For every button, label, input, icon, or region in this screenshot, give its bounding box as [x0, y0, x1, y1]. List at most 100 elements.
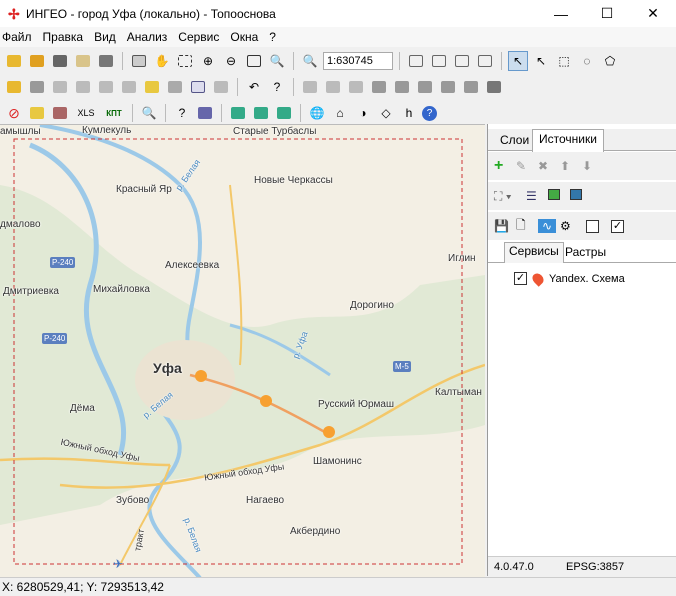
- difference-button[interactable]: [415, 77, 435, 97]
- measure-button[interactable]: [452, 51, 472, 71]
- move-button[interactable]: [119, 77, 139, 97]
- query-button[interactable]: ?: [172, 103, 192, 123]
- map-label: Дёма: [70, 403, 95, 414]
- edit-geometry-button[interactable]: [27, 77, 47, 97]
- build-button[interactable]: [323, 77, 343, 97]
- help-icon[interactable]: ?: [422, 105, 437, 121]
- kpt-button[interactable]: КПТ: [102, 103, 126, 123]
- zoom-in-icon[interactable]: ⊕: [198, 51, 218, 71]
- open-project-button[interactable]: [4, 51, 24, 71]
- doc-settings-icon[interactable]: 🗋: [516, 216, 534, 237]
- maximize-button[interactable]: ☐: [584, 0, 630, 27]
- new-object-button[interactable]: [406, 51, 426, 71]
- open-map-button[interactable]: [27, 51, 47, 71]
- merge-button[interactable]: [73, 77, 93, 97]
- globe-icon[interactable]: 🌐: [307, 103, 327, 123]
- close-button[interactable]: ✕: [630, 0, 676, 27]
- print-button[interactable]: [96, 51, 116, 71]
- layers-button[interactable]: [50, 51, 70, 71]
- map-label: Шамонинс: [313, 456, 362, 467]
- menu-edit[interactable]: Правка: [43, 30, 84, 44]
- route2-button[interactable]: [251, 103, 271, 123]
- table-button[interactable]: [475, 51, 495, 71]
- save-icon[interactable]: 💾: [494, 219, 512, 233]
- move-down-icon[interactable]: ⬇: [582, 159, 600, 173]
- split-button[interactable]: [50, 77, 70, 97]
- tab-services[interactable]: Сервисы: [504, 242, 564, 263]
- no-entry-icon[interactable]: ⊘: [4, 103, 24, 123]
- route3-button[interactable]: [274, 103, 294, 123]
- export-xls-button[interactable]: XLS: [73, 103, 99, 123]
- vertex-button[interactable]: [96, 77, 116, 97]
- menu-file[interactable]: Файл: [2, 30, 32, 44]
- option-checkbox-checked[interactable]: ✓: [611, 219, 624, 233]
- separator: [132, 104, 133, 122]
- menu-windows[interactable]: Окна: [230, 30, 258, 44]
- scale-input[interactable]: 1:630745: [323, 52, 393, 70]
- raster-icon[interactable]: [548, 189, 566, 203]
- find-icon[interactable]: 🔍: [139, 103, 159, 123]
- source-checkbox[interactable]: ✓: [514, 272, 527, 285]
- delete-icon[interactable]: ✖: [538, 159, 556, 173]
- help-cursor-icon[interactable]: ?: [267, 77, 287, 97]
- side-panel: Слои Источники + ✎ ✖ ⬆ ⬇ ⛶ ▾ ☰ 💾 🗋 ∿ ⚙ ✓…: [487, 124, 676, 576]
- zoom-select-button[interactable]: [129, 51, 149, 71]
- report-list-button[interactable]: [195, 103, 215, 123]
- legend-button[interactable]: [50, 103, 70, 123]
- pan-hand-icon[interactable]: ✋: [152, 51, 172, 71]
- direction-icon[interactable]: ◇: [376, 103, 396, 123]
- snap-button[interactable]: [211, 77, 231, 97]
- menu-analysis[interactable]: Анализ: [127, 30, 168, 44]
- undo-icon[interactable]: ↶: [244, 77, 264, 97]
- epsg-text: EPSG:3857: [566, 561, 625, 573]
- symdiff-button[interactable]: [438, 77, 458, 97]
- topology-button[interactable]: [300, 77, 320, 97]
- grid-button[interactable]: [188, 77, 208, 97]
- route-button[interactable]: [228, 103, 248, 123]
- menu-view[interactable]: Вид: [94, 30, 116, 44]
- slash-button[interactable]: [461, 77, 481, 97]
- menu-service[interactable]: Сервис: [178, 30, 219, 44]
- pulse-icon[interactable]: ∿: [538, 219, 556, 233]
- height-icon[interactable]: h: [399, 103, 419, 123]
- intersect-button[interactable]: [392, 77, 412, 97]
- edit-object-button[interactable]: [429, 51, 449, 71]
- attributes-button[interactable]: [165, 77, 185, 97]
- move-up-icon[interactable]: ⬆: [560, 159, 578, 173]
- zoom-extent-button[interactable]: [244, 51, 264, 71]
- home-icon[interactable]: ⌂: [330, 103, 350, 123]
- expand-icon[interactable]: ⛶ ▾: [494, 189, 522, 204]
- option-checkbox[interactable]: [586, 219, 599, 233]
- zoom-out-icon[interactable]: ⊖: [221, 51, 241, 71]
- search-doc-button[interactable]: [73, 51, 93, 71]
- edit-pencil-icon[interactable]: ✎: [516, 159, 534, 173]
- copy-style-button[interactable]: [142, 77, 162, 97]
- tab-rasters[interactable]: Растры: [561, 244, 610, 260]
- union-button[interactable]: [369, 77, 389, 97]
- tab-sources[interactable]: Источники: [532, 129, 604, 152]
- select-rect-icon[interactable]: ⬚: [554, 51, 574, 71]
- map-view[interactable]: Кумлекуль Старые Турбаслы амышлы Красный…: [0, 124, 485, 577]
- tab-layers[interactable]: Слои: [494, 131, 535, 151]
- gear-icon[interactable]: ⚙: [560, 219, 578, 233]
- color-wheel-icon[interactable]: ◑: [353, 103, 373, 123]
- zoom-frame-button[interactable]: [175, 51, 195, 71]
- select-polygon-icon[interactable]: ⬠: [600, 51, 620, 71]
- select-circle-icon[interactable]: ◌: [577, 51, 597, 71]
- minimize-button[interactable]: —: [538, 0, 584, 27]
- add-icon[interactable]: +: [494, 157, 512, 175]
- report-button[interactable]: [27, 103, 47, 123]
- image-icon[interactable]: [570, 189, 588, 203]
- scale-select-button[interactable]: 🔍: [300, 51, 320, 71]
- select-cursor-icon[interactable]: ↖: [508, 51, 528, 71]
- menu-help[interactable]: ?: [269, 30, 276, 44]
- list-icon[interactable]: ☰: [526, 189, 544, 203]
- source-item[interactable]: ✓ Yandex. Схема: [514, 270, 625, 287]
- clean-button[interactable]: [346, 77, 366, 97]
- toolbar-row-1: ✋ ⊕ ⊖ 🔍 🔍 1:630745 ↖ ↖ ⬚ ◌ ⬠: [0, 48, 676, 74]
- source-subtabs: Сервисы Растры: [488, 241, 676, 263]
- add-point-button[interactable]: [4, 77, 24, 97]
- fill-button[interactable]: [484, 77, 504, 97]
- zoom-previous-button[interactable]: 🔍: [267, 51, 287, 71]
- info-cursor-icon[interactable]: ↖: [531, 51, 551, 71]
